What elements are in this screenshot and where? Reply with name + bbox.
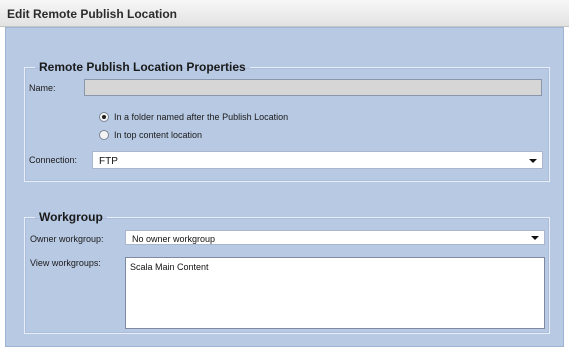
radio-top-label: In top content location	[114, 130, 203, 140]
radio-option-top[interactable]: In top content location	[99, 130, 202, 140]
chevron-down-icon	[531, 236, 539, 240]
name-field[interactable]	[84, 79, 542, 96]
name-label: Name:	[29, 83, 56, 93]
radio-folder-label: In a folder named after the Publish Loca…	[114, 112, 289, 122]
dialog-title: Edit Remote Publish Location	[7, 7, 178, 21]
properties-legend: Remote Publish Location Properties	[39, 60, 246, 74]
radio-unselected-icon[interactable]	[99, 130, 109, 140]
connection-select[interactable]: FTP	[92, 151, 543, 169]
radio-option-folder[interactable]: In a folder named after the Publish Loca…	[99, 112, 288, 122]
view-workgroups-list[interactable]: Scala Main Content	[125, 257, 545, 329]
radio-selected-icon[interactable]	[99, 112, 109, 122]
workgroup-legend: Workgroup	[39, 210, 103, 224]
connection-label: Connection:	[29, 155, 78, 165]
view-workgroups-label: View workgroups:	[30, 258, 101, 268]
chevron-down-icon	[529, 159, 537, 163]
owner-workgroup-label: Owner workgroup:	[30, 234, 104, 244]
list-item[interactable]: Scala Main Content	[130, 262, 209, 272]
owner-workgroup-value: No owner workgroup	[132, 234, 216, 244]
connection-value: FTP	[99, 156, 118, 167]
dialog-title-bar: Edit Remote Publish Location	[0, 0, 569, 27]
owner-workgroup-select[interactable]: No owner workgroup	[125, 230, 545, 245]
dialog-body: Remote Publish Location Properties Name:…	[5, 27, 564, 347]
